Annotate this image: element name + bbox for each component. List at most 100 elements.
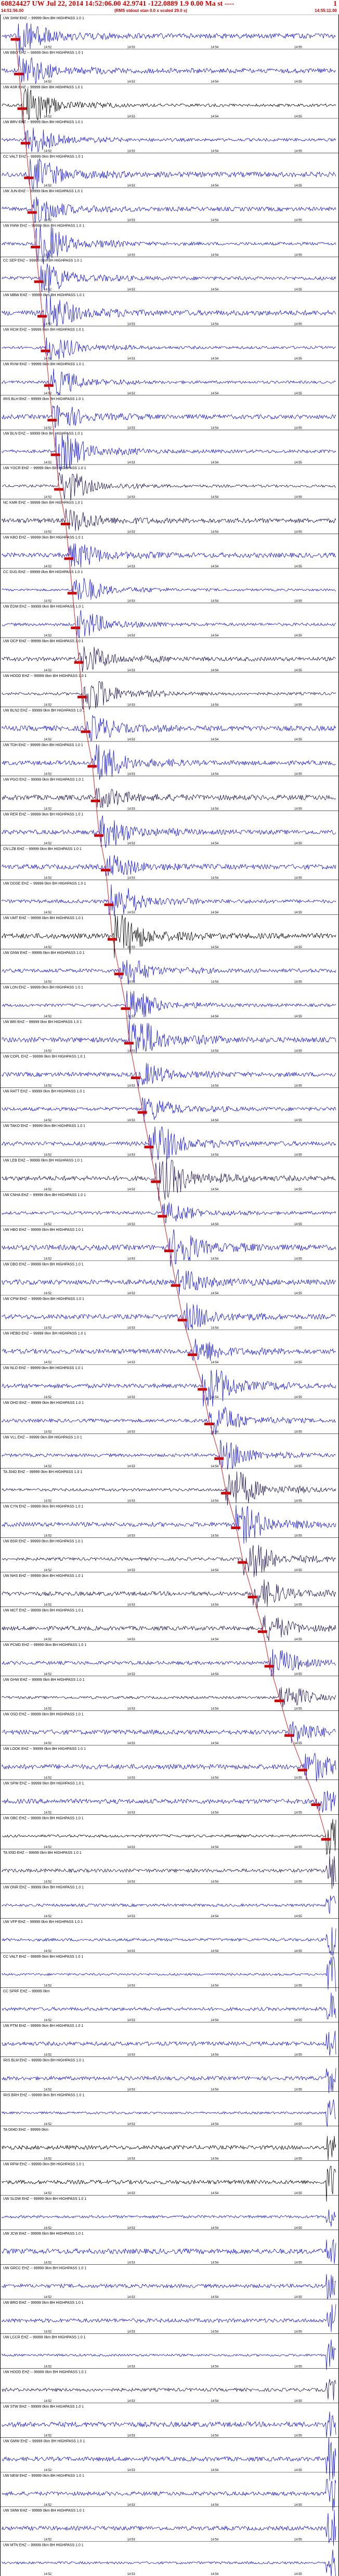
trace-label: UW PGO EHZ -- 99999 0km BH HIGHPASS 1.0 … — [3, 778, 84, 782]
time-tick-label: 14:52 — [44, 1327, 52, 1330]
time-tick-label: 14:54 — [211, 115, 219, 118]
time-tick-label: 14:52 — [44, 2469, 52, 2472]
time-tick-label: 14:52 — [44, 2573, 52, 2576]
time-tick-label: 14:52 — [44, 1846, 52, 1849]
time-tick-label: 14:54 — [211, 1638, 219, 1641]
time-tick-label: 14:53 — [127, 288, 136, 291]
time-tick-label: 14:55 — [294, 669, 303, 672]
phase-pick-marker — [297, 1769, 307, 1772]
time-tick-label: 14:53 — [127, 1327, 136, 1330]
time-tick-label: 14:53 — [127, 461, 136, 464]
time-tick-label: 14:53 — [127, 1119, 136, 1122]
time-tick-label: 14:54 — [211, 1500, 219, 1503]
time-tick-label: 14:53 — [127, 219, 136, 222]
time-tick-label: 14:55 — [294, 254, 303, 257]
time-tick-label: 14:54 — [211, 2400, 219, 2403]
waveform-trace — [2, 1338, 336, 1361]
time-tick-label: 14:55 — [294, 1327, 303, 1330]
time-tick-label: 14:52 — [44, 2123, 52, 2126]
trace-label: UW NEW EHZ -- 99999 0km BH HIGHPASS 1.0 … — [3, 2474, 84, 2478]
time-tick-label: 14:52 — [44, 1361, 52, 1364]
trace-label: UW SHW EHZ -- 99999 0km BH HIGHPASS 1.0 … — [3, 17, 84, 20]
time-tick-label: 14:55 — [294, 2123, 303, 2126]
event-title: 60824427 UW Jul 22, 2014 14:52:06.00 42.… — [1, 0, 234, 8]
time-tick-label: 14:53 — [127, 2435, 136, 2438]
time-tick-label: 14:53 — [127, 1673, 136, 1676]
time-tick-label: 14:55 — [294, 461, 303, 464]
time-tick-label: 14:53 — [127, 1984, 136, 1987]
time-tick-label: 14:53 — [127, 1742, 136, 1745]
time-tick-label: 14:53 — [127, 1811, 136, 1814]
time-tick-label: 14:54 — [211, 1257, 219, 1260]
time-tick-label: 14:55 — [294, 2192, 303, 2195]
time-tick-label: 14:54 — [211, 2296, 219, 2299]
waveform-trace — [2, 1126, 336, 1160]
time-tick-label: 14:54 — [211, 81, 219, 84]
time-tick-label: 14:55 — [294, 2158, 303, 2161]
time-tick-label: 14:52 — [44, 634, 52, 638]
time-tick-label: 14:54 — [211, 1673, 219, 1676]
time-tick-label: 14:52 — [44, 392, 52, 395]
waveform-trace — [2, 2509, 336, 2546]
time-tick-label: 14:55 — [294, 1846, 303, 1849]
time-tick-label: 14:52 — [44, 2504, 52, 2507]
trace-label: UW FMW EHZ -- 99999 0km BH HIGHPASS 1.0 … — [3, 224, 84, 228]
time-tick-label: 14:52 — [44, 1396, 52, 1399]
time-tick-label: 14:52 — [44, 738, 52, 741]
time-tick-label: 14:55 — [294, 1396, 303, 1399]
time-tick-label: 14:55 — [294, 2400, 303, 2403]
trace-label: UW TDH EHZ -- 99999 0km BH HIGHPASS 1.0 … — [3, 743, 83, 747]
time-tick-label: 14:54 — [211, 288, 219, 291]
time-tick-label: 14:53 — [127, 2400, 136, 2403]
phase-pick-marker — [171, 1284, 180, 1287]
trace-label: UW SMW EHZ -- 99999 0km BH HIGHPASS 1.0 … — [3, 2509, 85, 2513]
waveform-trace — [2, 543, 336, 568]
time-tick-label: 14:52 — [44, 1223, 52, 1226]
time-tick-label: 14:55 — [294, 1500, 303, 1503]
waveform-trace — [2, 2099, 336, 2127]
waveform-trace — [2, 1818, 336, 1855]
phase-pick-marker — [221, 1492, 231, 1495]
time-tick-label: 14:55 — [294, 980, 303, 984]
time-tick-label: 14:54 — [211, 2227, 219, 2230]
time-tick-label: 14:55 — [294, 946, 303, 949]
phase-pick-marker — [247, 1596, 257, 1599]
time-tick-label: 14:53 — [127, 323, 136, 326]
phase-pick-marker — [321, 1838, 331, 1841]
waveform-trace — [2, 508, 336, 532]
trace-label: UW BLN2 EHZ -- 99999 0km BH HIGHPASS 1.0… — [3, 709, 85, 712]
time-tick-label: 14:54 — [211, 1707, 219, 1710]
waveform-trace — [2, 2239, 336, 2264]
time-tick-label: 14:54 — [211, 2331, 219, 2334]
trace-label: UW SLOW EHZ -- 99999 0km BH HIGHPASS 1.0… — [3, 2197, 86, 2201]
time-tick-label: 14:54 — [211, 1984, 219, 1987]
time-tick-label: 14:54 — [211, 2435, 219, 2438]
time-tick-label: 14:52 — [44, 600, 52, 603]
time-tick-label: 14:53 — [127, 2538, 136, 2541]
time-tick-label: 14:52 — [44, 807, 52, 811]
phase-pick-marker — [204, 1423, 214, 1426]
time-tick-label: 14:52 — [44, 1534, 52, 1537]
time-tick-label: 14:53 — [127, 738, 136, 741]
time-tick-label: 14:53 — [127, 1500, 136, 1503]
trace-label: TA D04D EHZ -- 99999 0km — [3, 2128, 48, 2132]
phase-pick-marker — [238, 1561, 247, 1564]
trace-label: UW YOCR EHZ -- 99999 0km BH HIGHPASS 1.0… — [3, 467, 86, 470]
time-tick-label: 14:54 — [211, 1777, 219, 1780]
time-tick-label: 14:54 — [211, 1465, 219, 1468]
time-tick-label: 14:55 — [294, 1984, 303, 1987]
time-tick-label: 14:55 — [294, 288, 303, 291]
trace-label: UW JCW EHZ -- 99999 0km BH HIGHPASS 1.0 … — [3, 2232, 84, 2236]
waveform-trace — [2, 2209, 336, 2227]
waveform-trace — [2, 127, 336, 153]
time-tick-label: 14:53 — [127, 1777, 136, 1780]
time-tick-label: 14:54 — [211, 1534, 219, 1537]
time-tick-label: 14:52 — [44, 1638, 52, 1641]
time-tick-label: 14:52 — [44, 565, 52, 568]
time-tick-label: 14:55 — [294, 842, 303, 845]
waveform-trace — [2, 295, 336, 328]
time-tick-label: 14:54 — [211, 1881, 219, 1884]
waveform-trace — [2, 1303, 336, 1331]
waveform-trace — [2, 1992, 336, 2020]
trace-label: UW UMT EHZ -- 99999 0km BH HIGHPASS 1.0 … — [3, 917, 84, 920]
